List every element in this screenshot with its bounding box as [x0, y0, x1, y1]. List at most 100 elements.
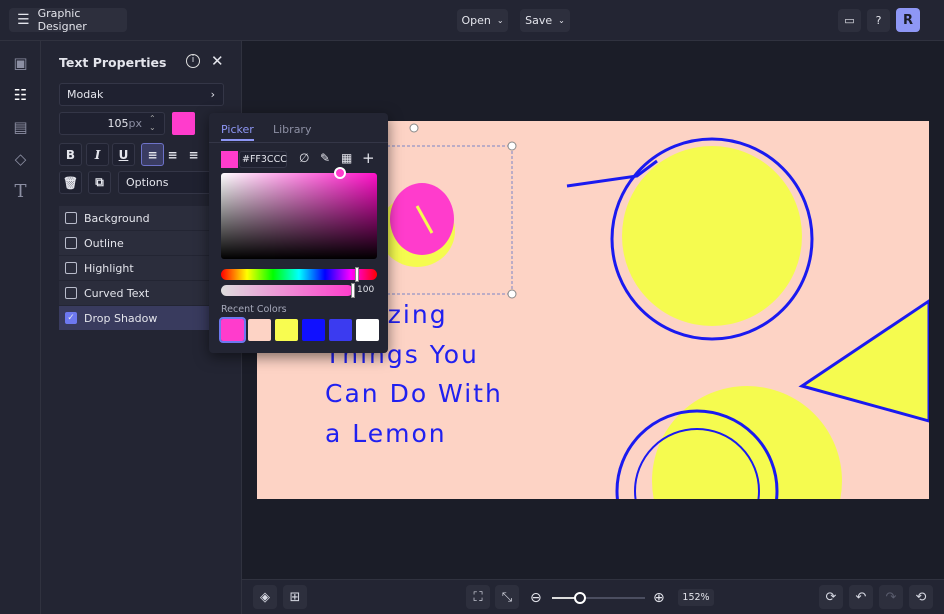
layers-icon: ◈: [260, 589, 270, 605]
effect-option[interactable]: Outline: [59, 231, 209, 255]
shapes-icon[interactable]: ◇: [12, 151, 29, 168]
headline-line: Can Do With: [325, 379, 503, 408]
recent-color-swatch[interactable]: [356, 319, 379, 341]
hamburger-icon: ☰: [17, 12, 30, 28]
opacity-slider[interactable]: [221, 285, 353, 296]
comments-button[interactable]: ▭: [838, 9, 861, 32]
font-size-stepper[interactable]: ⌃ ⌄: [149, 114, 156, 132]
trash-icon: 🗑: [62, 175, 79, 190]
text-icon[interactable]: T: [12, 183, 29, 201]
help-icon: ?: [875, 14, 882, 27]
hue-slider[interactable]: [221, 269, 377, 280]
color-picker-popup: Picker Library #FF3CCC ∅ ✎ ▦ + 100 Recen…: [209, 113, 388, 353]
effect-label: Background: [84, 211, 150, 225]
avatar[interactable]: R: [896, 8, 920, 32]
font-unit: px: [128, 117, 143, 130]
redo-button[interactable]: ↷: [879, 585, 903, 609]
app-menu-button[interactable]: ☰ Graphic Designer: [9, 7, 127, 33]
checkbox[interactable]: [65, 212, 77, 224]
bold-button[interactable]: B: [59, 143, 82, 166]
zoom-slider[interactable]: [552, 592, 645, 604]
align-right-button[interactable]: ≡: [182, 143, 205, 166]
history-button[interactable]: ⟲: [909, 585, 933, 609]
history-icon: ⟲: [915, 589, 927, 605]
headline-line: a Lemon: [325, 418, 447, 448]
redo-icon: ↷: [885, 589, 897, 605]
refresh-icon: ⟳: [825, 589, 837, 605]
zoom-level[interactable]: 152%: [678, 589, 714, 606]
grid-icon[interactable]: ▦: [341, 151, 352, 165]
recent-colors: [219, 317, 379, 343]
shrink-icon: ⤡: [501, 589, 513, 605]
zoom-out-icon[interactable]: ⊖: [530, 590, 542, 606]
text-color-swatch[interactable]: [172, 112, 195, 135]
checkbox[interactable]: [65, 287, 77, 299]
checkbox[interactable]: ✓: [65, 312, 77, 324]
hex-input[interactable]: #FF3CCC: [239, 151, 287, 168]
recent-color-swatch[interactable]: [302, 319, 325, 341]
comment-icon: ▭: [844, 14, 855, 27]
bottom-bar: ◈ ⊞ ⛶ ⤡ ⊖ ⊕ 152% ⟳ ↶ ↷ ⟲: [242, 579, 944, 614]
zoom-in-icon[interactable]: ⊕: [653, 590, 665, 606]
top-bar: ☰ Graphic Designer Open ⌄ Save ⌄ ▭ ? R: [0, 0, 944, 41]
rotate-button[interactable]: ⟳: [819, 585, 843, 609]
recent-color-swatch[interactable]: [248, 319, 271, 341]
save-button[interactable]: Save ⌄: [520, 9, 570, 32]
options-button[interactable]: Options: [118, 171, 218, 194]
chevron-down-icon: ⌄: [496, 16, 504, 25]
effect-label: Outline: [84, 236, 124, 250]
effect-label: Curved Text: [84, 286, 150, 300]
opacity-value[interactable]: 100: [357, 285, 374, 295]
open-button[interactable]: Open ⌄: [457, 9, 508, 32]
saturation-handle[interactable]: [334, 167, 346, 179]
tab-picker[interactable]: Picker: [221, 123, 254, 141]
font-name: Modak: [67, 88, 104, 101]
divider: [209, 142, 388, 143]
underline-button[interactable]: U: [112, 143, 135, 166]
grid-icon: ⊞: [289, 589, 301, 605]
opacity-handle[interactable]: [351, 283, 355, 298]
effect-option[interactable]: ✓ Drop Shadow: [59, 306, 209, 330]
duplicate-button[interactable]: ⧉: [88, 171, 111, 194]
hue-handle[interactable]: [355, 267, 359, 282]
grid-view-button[interactable]: ⊞: [283, 585, 307, 609]
align-center-button[interactable]: ≡: [161, 143, 184, 166]
image-icon[interactable]: ▣: [12, 55, 29, 72]
recent-color-swatch[interactable]: [219, 317, 246, 343]
tab-library[interactable]: Library: [273, 123, 311, 136]
avatar-initial: R: [902, 12, 913, 28]
layout-icon[interactable]: ▤: [12, 119, 29, 136]
shrink-button[interactable]: ⤡: [495, 585, 519, 609]
checkbox[interactable]: [65, 237, 77, 249]
help-button[interactable]: ?: [867, 9, 890, 32]
tool-rail: ▣ ☷ ▤ ◇ T: [0, 41, 41, 614]
current-color-swatch: [221, 151, 238, 168]
duplicate-icon: ⧉: [95, 175, 104, 189]
eyedropper-icon[interactable]: ✎: [320, 151, 330, 165]
undo-button[interactable]: ↶: [849, 585, 873, 609]
recent-color-swatch[interactable]: [275, 319, 298, 341]
panel-title: Text Properties: [59, 55, 167, 70]
font-select[interactable]: Modak ›: [59, 83, 224, 106]
close-icon[interactable]: ✕: [211, 52, 224, 70]
delete-button[interactable]: 🗑: [59, 171, 82, 194]
save-label: Save: [525, 14, 553, 27]
zoom-slider-thumb[interactable]: [573, 592, 586, 604]
info-icon[interactable]: i: [186, 54, 200, 68]
effect-option[interactable]: Highlight: [59, 256, 209, 280]
effect-option[interactable]: Background: [59, 206, 209, 230]
add-color-icon[interactable]: +: [362, 149, 375, 167]
checkbox[interactable]: [65, 262, 77, 274]
saturation-area[interactable]: [221, 173, 377, 259]
italic-button[interactable]: I: [86, 143, 109, 166]
sliders-icon[interactable]: ☷: [12, 87, 29, 104]
recent-color-swatch[interactable]: [329, 319, 352, 341]
recent-colors-label: Recent Colors: [221, 304, 287, 315]
effect-option[interactable]: Curved Text: [59, 281, 209, 305]
layers-button[interactable]: ◈: [253, 585, 277, 609]
chevron-right-icon: ›: [210, 88, 215, 101]
fit-screen-button[interactable]: ⛶: [466, 585, 490, 609]
no-color-icon[interactable]: ∅: [299, 151, 309, 165]
expand-icon: ⛶: [473, 589, 483, 605]
font-size-value: 105: [107, 117, 129, 130]
